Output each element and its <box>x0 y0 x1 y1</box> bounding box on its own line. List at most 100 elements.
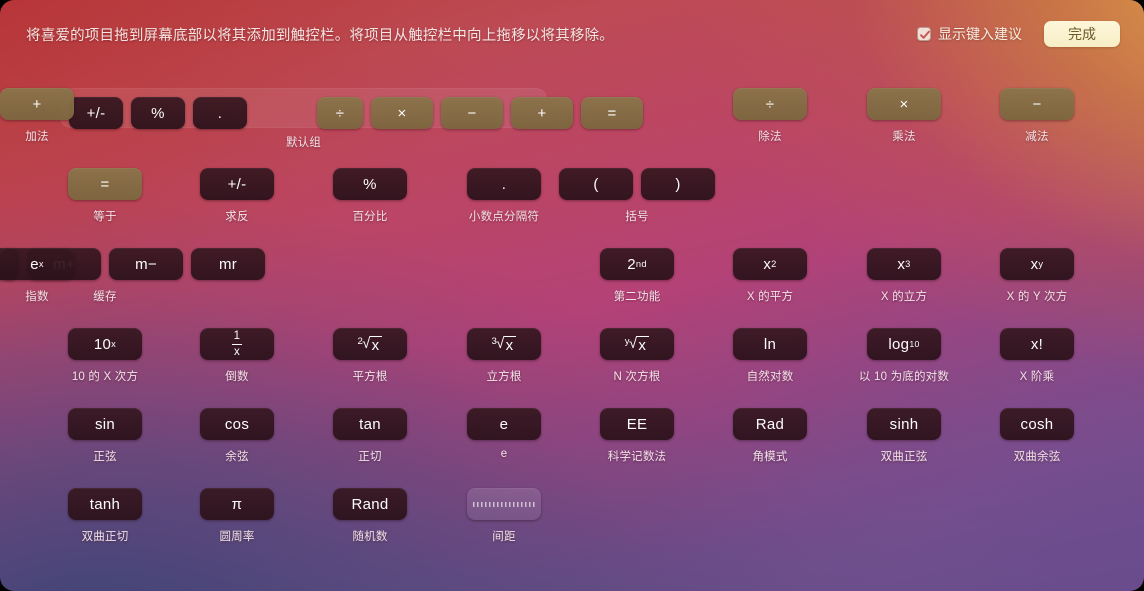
key-percent[interactable]: % <box>131 97 185 129</box>
key-multiply[interactable]: × <box>867 88 941 120</box>
key-divide[interactable]: ÷ <box>733 88 807 120</box>
key-cell-natural-log: ln 自然对数 <box>733 328 807 384</box>
key-reciprocal[interactable]: 1x <box>200 328 274 360</box>
key-square-root[interactable]: 2 √ x <box>333 328 407 360</box>
key-cell-divide: ÷ 除法 <box>733 88 807 144</box>
key-multiply[interactable]: × <box>371 97 433 129</box>
key-cell-factorial: x! X 阶乘 <box>1000 328 1074 384</box>
key-cell-scientific-notation: EE 科学记数法 <box>600 408 674 464</box>
key-caption: e <box>500 448 508 460</box>
key-caption: 立方根 <box>486 371 522 383</box>
key-x-squared[interactable]: x2 <box>733 248 807 280</box>
key-memory-recall[interactable]: mr <box>191 248 265 280</box>
key-plus-minus[interactable]: +/- <box>69 97 123 129</box>
key-cell-add: + 加法 <box>0 88 74 144</box>
key-cell-x-to-the-y: xy X 的 Y 次方 <box>1000 248 1074 304</box>
key-cell-log-base-ten: log 10 以 10 为底的对数 <box>859 328 949 384</box>
key-cell-plus-minus: +/- 求反 <box>200 168 274 224</box>
palette-row: sin 正弦 cos 余弦 tan 正切 e e EE 科学记数法 Rad 角模式 sinh 双曲正弦 co… <box>0 408 1144 488</box>
key-cell-sine: sin 正弦 <box>68 408 142 464</box>
key-natural-log[interactable]: ln <box>733 328 807 360</box>
key-hyperbolic-cosine[interactable]: cosh <box>1000 408 1074 440</box>
palette-row: +/-%. ÷ × − + = 默认组 ÷ 除法 × 乘法 − 减法 + 加法 <box>0 88 1144 168</box>
key-cell-cosine: cos 余弦 <box>200 408 274 464</box>
key-plus-minus[interactable]: +/- <box>200 168 274 200</box>
key-log-base-ten[interactable]: log 10 <box>867 328 941 360</box>
key-cell-angle-mode: Rad 角模式 <box>733 408 807 464</box>
key-caption: 正弦 <box>93 451 117 463</box>
key-add[interactable]: + <box>0 88 74 120</box>
key-pi[interactable]: π <box>200 488 274 520</box>
key-add[interactable]: + <box>511 97 573 129</box>
key-cell-percent: % 百分比 <box>333 168 407 224</box>
key-caption: 间距 <box>492 531 516 543</box>
key-subtract[interactable]: − <box>441 97 503 129</box>
key-tangent[interactable]: tan <box>333 408 407 440</box>
key-caption: 除法 <box>758 131 782 143</box>
key-second-function[interactable]: 2nd <box>600 248 674 280</box>
key-decimal-point[interactable]: . <box>467 168 541 200</box>
key-percent[interactable]: % <box>333 168 407 200</box>
key-cell-hyperbolic-tangent: tanh 双曲正切 <box>68 488 142 544</box>
key-cell-e-to-the-x: e x 指数 <box>0 248 74 304</box>
key-caption: 第二功能 <box>613 291 661 303</box>
key-open-paren[interactable]: ( <box>559 168 633 200</box>
key-cell-nth-root: y √ x N 次方根 <box>600 328 674 384</box>
key-equals[interactable]: = <box>68 168 142 200</box>
key-cube-root[interactable]: 3 √ x <box>467 328 541 360</box>
default-group-container[interactable]: +/-%. ÷ × − + = <box>60 88 643 129</box>
key-cell-reciprocal: 1 x 倒数 <box>200 328 274 384</box>
key-flexible-space[interactable] <box>467 488 541 520</box>
key-caption: 等于 <box>93 211 117 223</box>
key-ten-to-the-x[interactable]: 10 x <box>68 328 142 360</box>
key-caption: 乘法 <box>892 131 916 143</box>
key-x-cubed[interactable]: x3 <box>867 248 941 280</box>
done-button[interactable]: 完成 <box>1044 21 1120 47</box>
key-cell-euler-number: ee <box>467 408 541 460</box>
key-angle-mode[interactable]: Rad <box>733 408 807 440</box>
key-random-number[interactable]: Rand <box>333 488 407 520</box>
key-hyperbolic-tangent[interactable]: tanh <box>68 488 142 520</box>
key-cell-x-squared: x2 X 的平方 <box>733 248 807 304</box>
key-x-to-the-y[interactable]: xy <box>1000 248 1074 280</box>
key-hyperbolic-sine[interactable]: sinh <box>867 408 941 440</box>
key-memory-subtract[interactable]: m− <box>109 248 183 280</box>
key-caption: X 的 Y 次方 <box>1006 291 1068 303</box>
key-cell-hyperbolic-sine: sinh 双曲正弦 <box>867 408 941 464</box>
touchbar-customize-window: 将喜爱的项目拖到屏幕底部以将其添加到触控栏。将项目从触控栏中向上拖移以将其移除。… <box>0 0 1144 591</box>
key-caption: 双曲正弦 <box>880 451 928 463</box>
key-divide[interactable]: ÷ <box>317 97 363 129</box>
key-caption: 角模式 <box>752 451 788 463</box>
key-cell-random-number: Rand 随机数 <box>333 488 407 544</box>
key-caption: 以 10 为底的对数 <box>858 371 950 383</box>
key-cell-hyperbolic-cosine: cosh 双曲余弦 <box>1000 408 1074 464</box>
header-bar: 将喜爱的项目拖到屏幕底部以将其添加到触控栏。将项目从触控栏中向上拖移以将其移除。… <box>0 0 1144 68</box>
key-caption: 10 的 X 次方 <box>71 371 139 383</box>
palette-row: tanh 双曲正切 π 圆周率 Rand 随机数 间距 <box>0 488 1144 568</box>
key-cell-multiply: × 乘法 <box>867 88 941 144</box>
key-close-paren[interactable]: ) <box>641 168 715 200</box>
checkmark-icon[interactable] <box>917 27 931 41</box>
key-factorial[interactable]: x! <box>1000 328 1074 360</box>
key-cell-tangent: tan 正切 <box>333 408 407 464</box>
key-caption: 加法 <box>25 131 49 143</box>
key-equals[interactable]: = <box>581 97 643 129</box>
palette-grid: +/-%. ÷ × − + = 默认组 ÷ 除法 × 乘法 − 减法 + 加法 = 等于 +/- 求反% 百分比. 小数… <box>0 88 1144 568</box>
key-decimal-point[interactable]: . <box>193 97 247 129</box>
palette-row: 10 x 10 的 X 次方 1 x 倒数 2 √ x 平方根 3 √ x 立方根 y √ x N 次方根 ln 自然… <box>0 328 1144 408</box>
show-typing-suggestions-checkbox[interactable]: 显示键入建议 <box>917 24 1022 44</box>
key-caption: N 次方根 <box>613 371 661 383</box>
key-caption: 小数点分隔符 <box>468 211 540 223</box>
key-sine[interactable]: sin <box>68 408 142 440</box>
key-caption: 指数 <box>25 291 49 303</box>
key-cosine[interactable]: cos <box>200 408 274 440</box>
key-subtract[interactable]: − <box>1000 88 1074 120</box>
group-caption: 默认组 <box>285 137 322 149</box>
key-euler-number[interactable]: e <box>467 408 541 440</box>
key-e-to-the-x[interactable]: ex <box>0 248 74 280</box>
key-caption: X 的平方 <box>746 291 794 303</box>
key-nth-root[interactable]: y √ x <box>600 328 674 360</box>
key-scientific-notation[interactable]: EE <box>600 408 674 440</box>
key-caption: 百分比 <box>352 211 388 223</box>
